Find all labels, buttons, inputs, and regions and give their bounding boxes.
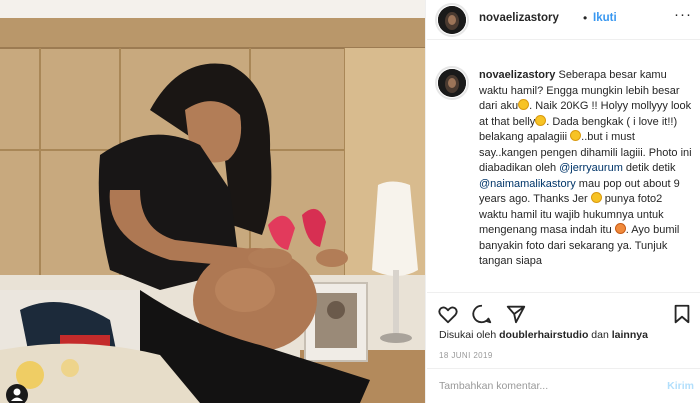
grinning-face-emoji-icon — [570, 130, 582, 141]
header-username[interactable]: novaelizastory — [479, 12, 559, 24]
caption-avatar-glyph — [438, 69, 466, 97]
post-sidebar: novaelizastory • Ikuti ··· novaelizastor… — [427, 0, 700, 403]
action-bar — [427, 292, 700, 332]
instagram-post-modal: novaelizastory • Ikuti ··· novaelizastor… — [0, 0, 700, 403]
caption-username[interactable]: novaelizastory — [479, 69, 555, 81]
caption-text: novaelizastory Seberapa besar kamu waktu… — [479, 68, 693, 292]
flushed-face-emoji-icon — [535, 114, 547, 126]
caption-part-5: detik detik — [622, 162, 676, 174]
likes-middle: dan — [588, 329, 612, 341]
mention-link[interactable]: @naimamalikastory — [479, 178, 576, 190]
post-photo[interactable] — [0, 0, 426, 403]
mention-link[interactable]: @jerryaurum — [559, 162, 623, 174]
share-icon[interactable] — [505, 303, 527, 325]
user-tag-glyph — [11, 388, 23, 401]
comment-input[interactable]: Tambahkan komentar... — [439, 380, 548, 392]
post-photo-illustration — [0, 0, 425, 403]
likes-others-link[interactable]: lainnya — [612, 329, 648, 341]
likes-prefix: Disukai oleh — [439, 329, 500, 341]
photo-tag-user-icon[interactable] — [6, 384, 28, 403]
bookmark-icon[interactable] — [671, 303, 693, 325]
heart-icon[interactable] — [437, 303, 459, 325]
heart-eyes-emoji-icon — [614, 223, 626, 234]
header-separator: • — [583, 11, 588, 25]
avatar-glyph — [438, 6, 466, 34]
smiling-face-emoji-icon — [590, 192, 602, 203]
grinning-face-emoji-icon — [518, 99, 530, 110]
profile-avatar-icon[interactable] — [438, 6, 466, 34]
post-header: novaelizastory • Ikuti ··· — [427, 0, 700, 40]
comment-icon[interactable] — [471, 303, 493, 325]
follow-button[interactable]: Ikuti — [593, 12, 617, 24]
post-date[interactable]: 18 JUNI 2019 — [439, 351, 493, 360]
send-comment-button[interactable]: Kirim — [667, 380, 694, 392]
caption-avatar-icon[interactable] — [438, 69, 466, 97]
likes-summary: Disukai oleh doublerhairstudio dan lainn… — [439, 329, 648, 341]
likes-user-link[interactable]: doublerhairstudio — [499, 329, 588, 341]
more-options-icon[interactable]: ··· — [674, 6, 692, 23]
comment-box: Tambahkan komentar... Kirim — [427, 368, 700, 403]
